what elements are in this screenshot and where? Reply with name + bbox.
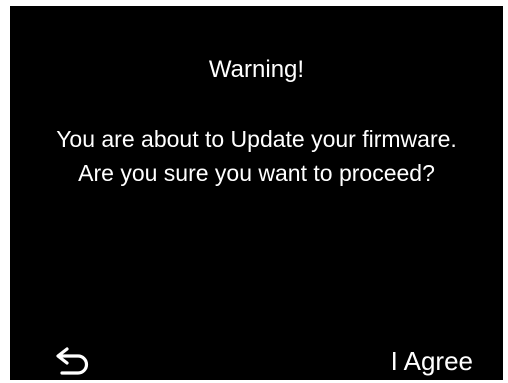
agree-button[interactable]: I Agree	[391, 344, 473, 378]
dialog-message: You are about to Update your firmware. A…	[56, 126, 457, 186]
warning-screen: Warning! You are about to Update your fi…	[10, 6, 503, 380]
dialog-title: Warning!	[208, 56, 305, 83]
back-arrow-icon	[56, 347, 89, 375]
back-button[interactable]	[50, 344, 98, 378]
device-frame: Warning! You are about to Update your fi…	[0, 0, 508, 383]
